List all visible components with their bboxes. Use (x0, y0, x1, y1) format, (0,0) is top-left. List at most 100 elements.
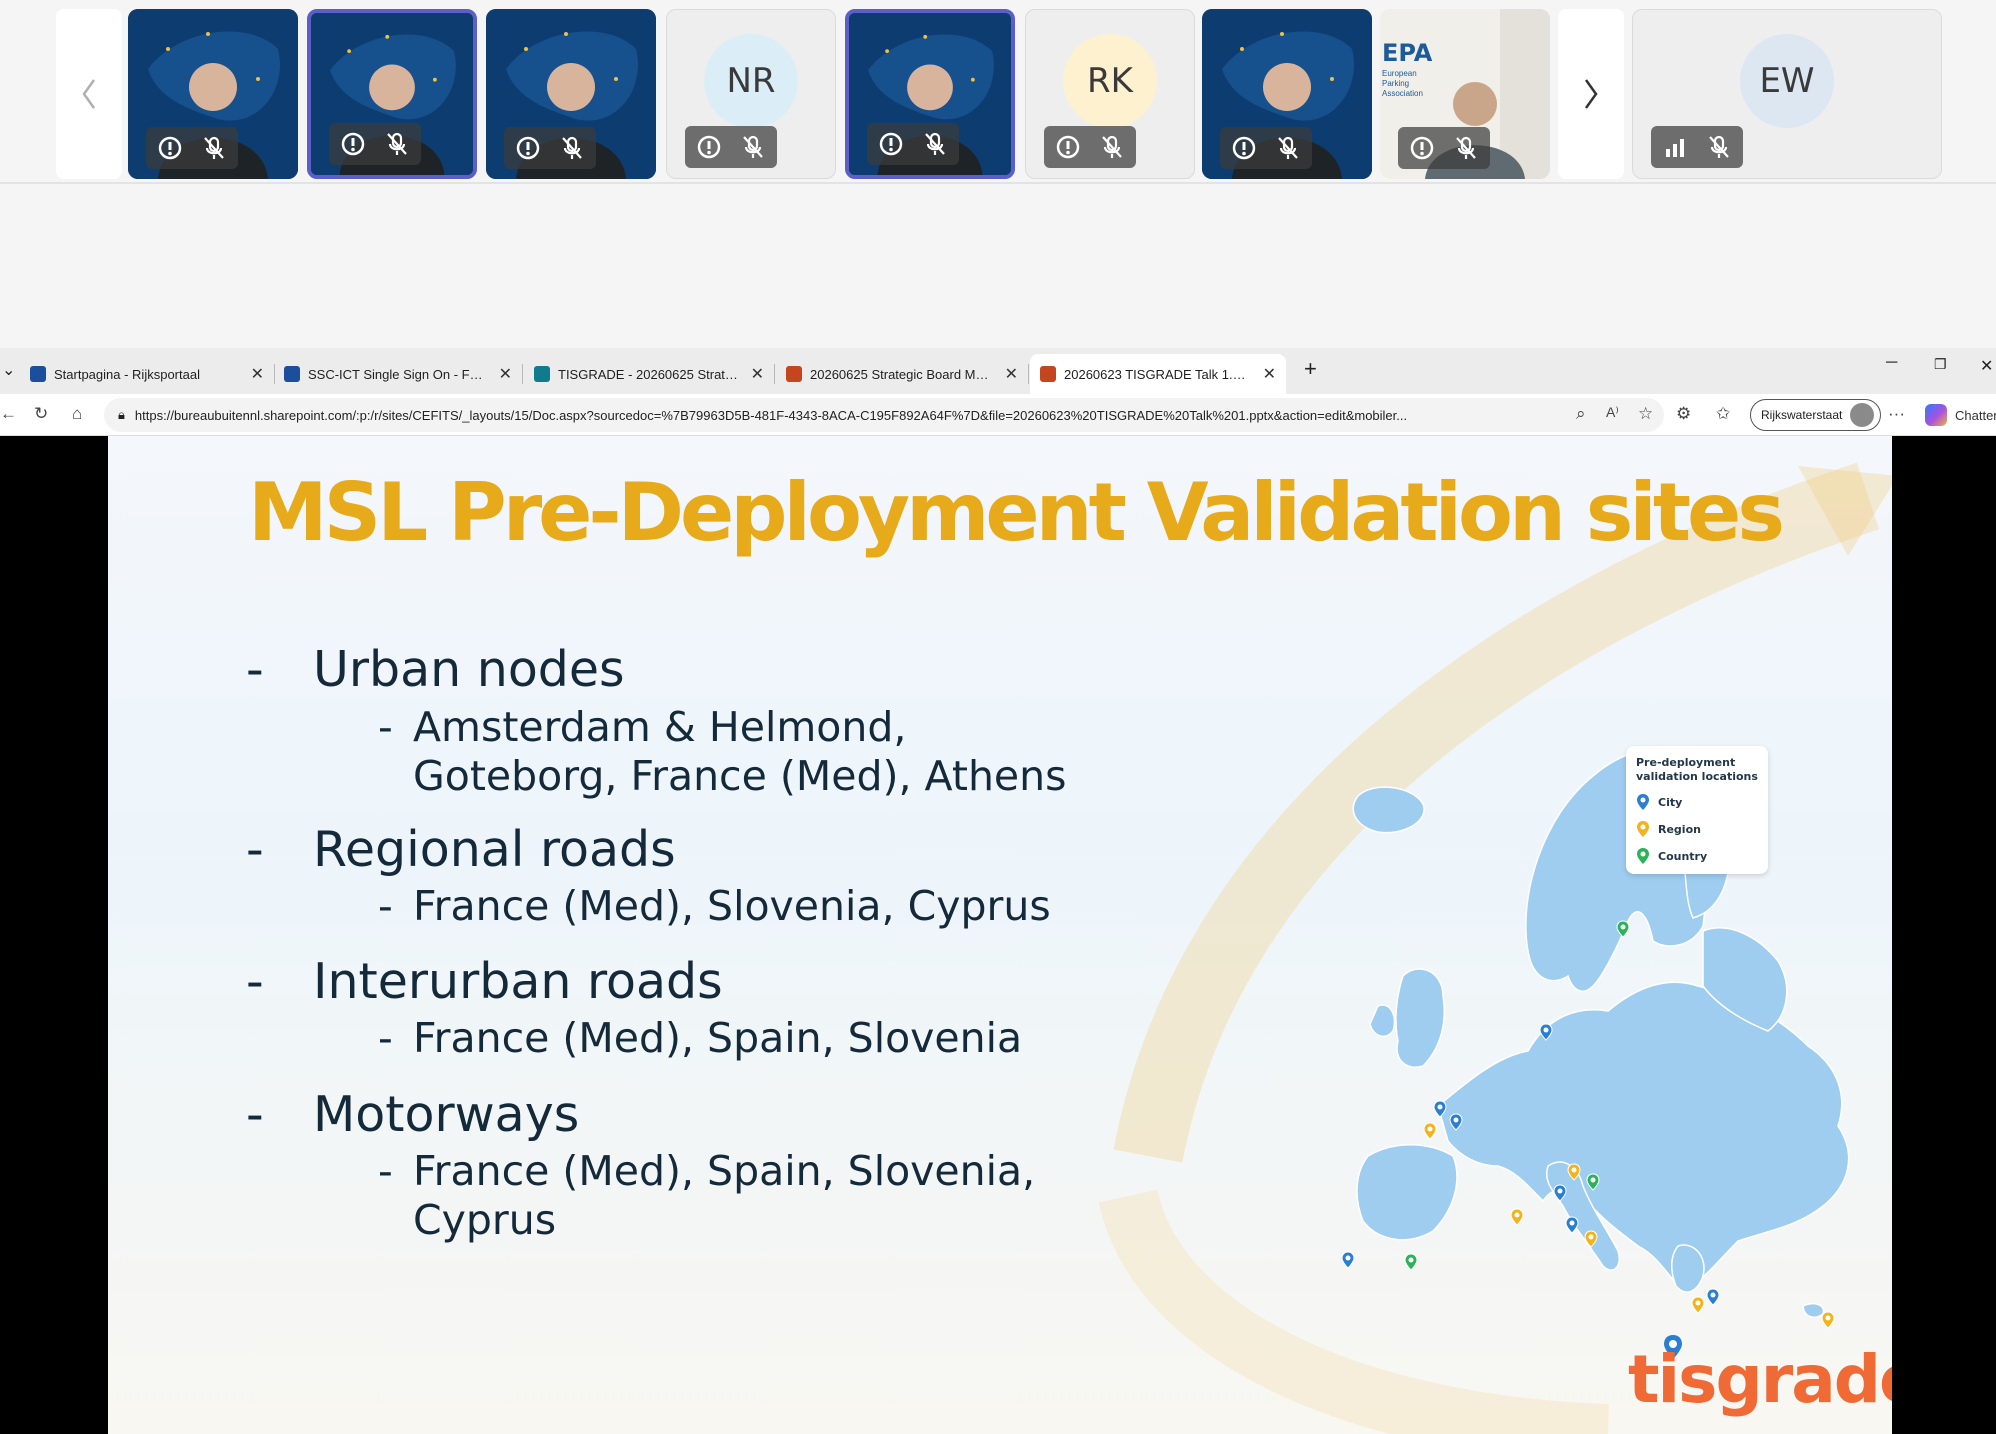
tab-title: SSC-ICT Single Sign On - Fout - Goo (308, 366, 487, 382)
slide-title: MSL Pre-Deployment Validation sites (248, 466, 1785, 559)
sub-bullet-dash: - (378, 882, 393, 930)
raise-hand-icon (516, 136, 540, 160)
raise-hand-icon (341, 132, 365, 156)
window-close-icon[interactable]: ✕ (1980, 356, 1993, 376)
bullet-heading: Regional roads (313, 821, 676, 878)
participant-tile[interactable] (845, 9, 1015, 179)
map-pin-icon (1637, 848, 1649, 864)
participant-status (1398, 127, 1490, 169)
participant-tile[interactable]: RK (1025, 9, 1195, 179)
back-icon[interactable]: ← (0, 404, 17, 424)
browser-tab[interactable]: 20260625 Strategic Board Meeting ✕ (776, 354, 1028, 394)
browser-tab[interactable]: Startpagina - Rijksportaal ✕ (20, 354, 274, 394)
participant-status (504, 127, 596, 169)
bullet-dash: - (246, 821, 264, 878)
participant-status (329, 123, 421, 165)
bullet-dash: - (246, 641, 264, 698)
sub-bullet-text: France (Med), Spain, Slovenia (413, 1014, 1023, 1062)
legend-label: City (1658, 795, 1683, 809)
copilot-button[interactable]: Chatter (1925, 404, 1996, 426)
mic-muted-icon (1102, 135, 1122, 158)
map-pin-icon (1565, 1216, 1579, 1234)
zoom-icon[interactable]: ⌕ (1576, 404, 1586, 424)
sub-bullet-text: Cyprus (413, 1196, 557, 1244)
browser-window: ⌄ Startpagina - Rijksportaal ✕ SSC-ICT S… (0, 348, 1996, 1434)
participant-status (1220, 127, 1312, 169)
bullet-dash: - (246, 953, 264, 1010)
map-pin-icon (1423, 1122, 1437, 1140)
copilot-label: Chatter (1955, 407, 1996, 423)
copilot-icon (1925, 404, 1947, 426)
tab-list-chevron-icon[interactable]: ⌄ (2, 360, 15, 380)
map-pin-icon (1706, 1288, 1720, 1306)
profile-label: Rijkswaterstaat (1761, 408, 1843, 422)
participant-tile[interactable] (1202, 9, 1372, 179)
url-text[interactable]: https://bureaubuitennl.sharepoint.com/:p… (135, 408, 1650, 423)
map-pin-icon (1510, 1208, 1524, 1226)
map-pin-icon (1691, 1296, 1705, 1314)
raise-hand-icon (1410, 136, 1434, 160)
participant-status (146, 127, 238, 169)
participant-tile[interactable]: EW (1632, 9, 1942, 179)
tab-title: 20260623 TISGRADE Talk 1.pptx (1064, 366, 1251, 382)
lock-icon: 🔒︎ (118, 407, 125, 422)
restore-icon[interactable]: ❐ (1934, 356, 1947, 373)
tab-favicon-icon (1040, 366, 1056, 382)
participant-tile[interactable]: EPA European Parking Association (1380, 9, 1550, 179)
mic-muted-icon (925, 132, 945, 155)
map-pin-icon (1637, 821, 1649, 837)
address-bar[interactable]: 🔒︎ https://bureaubuitennl.sharepoint.com… (104, 398, 1664, 432)
profile-button[interactable]: Rijkswaterstaat (1750, 399, 1882, 431)
tab-separator (1028, 364, 1029, 384)
raise-hand-icon (879, 132, 903, 156)
more-menu-button[interactable]: ··· (1888, 404, 1905, 424)
read-aloud-icon[interactable]: A⁾ (1606, 404, 1619, 421)
favorites-icon[interactable]: ✩ (1716, 404, 1730, 424)
new-tab-button[interactable]: + (1304, 356, 1317, 382)
tab-separator (774, 364, 775, 384)
previous-participants-button[interactable] (56, 9, 122, 179)
participant-tile[interactable] (307, 9, 477, 179)
raise-hand-icon (1232, 136, 1256, 160)
map-legend: Pre-deployment validation locations City… (1626, 746, 1768, 874)
tab-close-icon[interactable]: ✕ (251, 364, 264, 384)
legend-item: City (1636, 793, 1758, 811)
tab-close-icon[interactable]: ✕ (1005, 364, 1018, 384)
mic-muted-icon (1456, 136, 1476, 159)
favorite-star-icon[interactable]: ☆ (1638, 404, 1653, 424)
tab-separator (522, 364, 523, 384)
bullet-heading: Urban nodes (313, 641, 625, 698)
minimize-icon[interactable]: ─ (1886, 354, 1897, 372)
profile-avatar (1850, 403, 1875, 427)
next-participants-button[interactable] (1558, 9, 1624, 179)
legend-item: Country (1636, 847, 1758, 865)
extensions-icon[interactable]: ⚙ (1676, 404, 1691, 424)
participant-tile[interactable]: NR (666, 9, 836, 179)
browser-toolbar: ← ↻ ⌂ 🔒︎ https://bureaubuitennl.sharepoi… (0, 394, 1996, 436)
participant-status (685, 126, 777, 168)
slide-letterbox-right (1892, 436, 1996, 1434)
tab-close-icon[interactable]: ✕ (499, 364, 512, 384)
browser-tab[interactable]: 20260623 TISGRADE Talk 1.pptx ✕ (1030, 354, 1286, 394)
browser-tab[interactable]: TISGRADE - 20260625 Strategic Bo ✕ (524, 354, 774, 394)
tab-close-icon[interactable]: ✕ (1263, 364, 1276, 384)
participant-tile[interactable] (128, 9, 298, 179)
map-pin-icon (1637, 794, 1649, 810)
legend-label: Country (1658, 849, 1708, 863)
participant-status (1651, 126, 1743, 168)
legend-label: Region (1658, 822, 1701, 836)
browser-tab[interactable]: SSC-ICT Single Sign On - Fout - Goo ✕ (274, 354, 522, 394)
slide-letterbox-left (0, 436, 108, 1434)
map-pin-icon (1341, 1251, 1355, 1269)
bullet-heading: Motorways (313, 1086, 580, 1143)
mic-muted-icon (562, 136, 582, 159)
mic-muted-icon (387, 132, 407, 155)
participant-tile[interactable] (486, 9, 656, 179)
tab-title: 20260625 Strategic Board Meeting (810, 366, 993, 382)
presentation-slide: MSL Pre-Deployment Validation sites - Urb… (108, 436, 1892, 1434)
home-icon[interactable]: ⌂ (72, 404, 82, 424)
tab-favicon-icon (534, 366, 550, 382)
refresh-icon[interactable]: ↻ (34, 404, 48, 424)
tab-close-icon[interactable]: ✕ (751, 364, 764, 384)
bullet-dash: - (246, 1086, 264, 1143)
